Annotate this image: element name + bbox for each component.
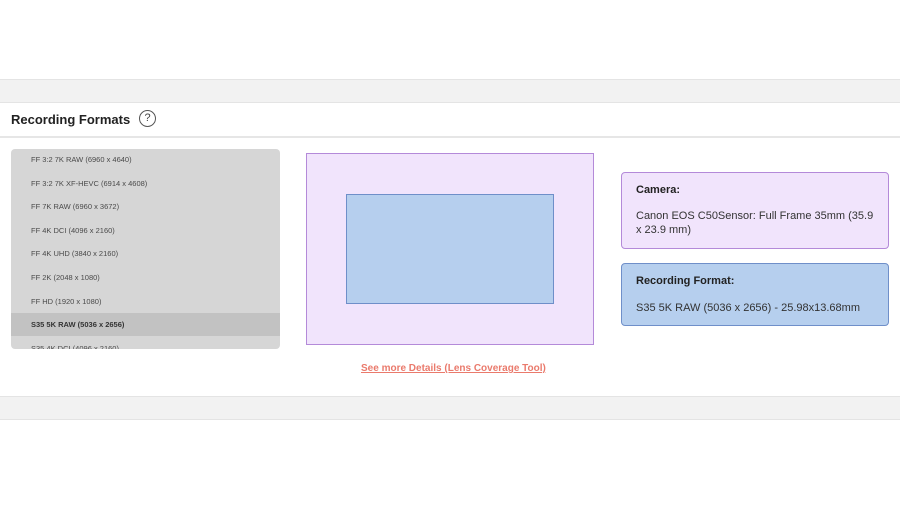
format-list-item[interactable]: FF 4K UHD (3840 x 2160) — [11, 242, 280, 265]
format-list-item[interactable]: S35 4K DCI (4096 x 2160) — [11, 337, 280, 349]
camera-value: Canon EOS C50Sensor: Full Frame 35mm (35… — [636, 210, 874, 236]
lens-coverage-details-link[interactable]: See more Details (Lens Coverage Tool) — [361, 363, 546, 374]
recording-format-list[interactable]: FF 3:2 7K RAW (6960 x 4640) FF 3:2 7K XF-… — [11, 149, 280, 349]
format-list-item[interactable]: FF 2K (2048 x 1080) — [11, 266, 280, 289]
top-divider-band — [0, 79, 900, 103]
section-header: Recording Formats ? — [0, 103, 900, 138]
section-title: Recording Formats — [11, 112, 131, 127]
format-list-item[interactable]: FF 3:2 7K XF-HEVC (6914 x 4608) — [11, 172, 280, 195]
format-list-item[interactable]: FF HD (1920 x 1080) — [11, 290, 280, 313]
recording-crop-area — [346, 194, 554, 304]
camera-info-card: Camera: Canon EOS C50Sensor: Full Frame … — [621, 172, 889, 249]
recording-format-info-card: Recording Format: S35 5K RAW (5036 x 265… — [621, 263, 889, 326]
format-list-item[interactable]: FF 7K RAW (6960 x 3672) — [11, 195, 280, 218]
recording-format-value: S35 5K RAW (5036 x 2656) - 25.98x13.68mm — [636, 302, 860, 314]
format-list-item[interactable]: S35 5K RAW (5036 x 2656) — [11, 313, 280, 337]
bottom-divider-band — [0, 396, 900, 420]
format-list-item[interactable]: FF 4K DCI (4096 x 2160) — [11, 219, 280, 242]
format-list-item[interactable]: FF 3:2 7K RAW (6960 x 4640) — [11, 149, 280, 171]
recording-format-label: Recording Format: — [636, 275, 735, 287]
help-icon[interactable]: ? — [139, 110, 156, 127]
camera-label: Camera: — [636, 184, 681, 196]
